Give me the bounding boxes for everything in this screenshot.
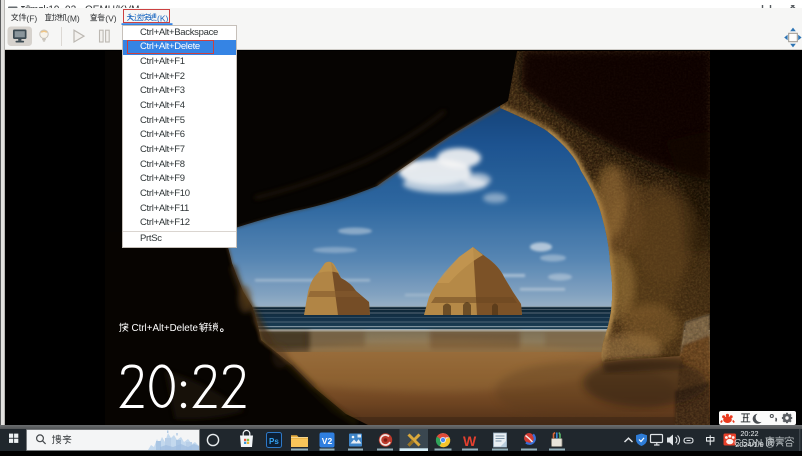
- svg-text:Ctrl+Alt+Delete: Ctrl+Alt+Delete: [132, 323, 199, 334]
- svg-text:Ps: Ps: [269, 437, 279, 446]
- svg-text:V2: V2: [322, 436, 333, 446]
- svg-text:(V): (V): [105, 13, 117, 23]
- svg-text:20:22: 20:22: [740, 429, 758, 438]
- svg-text:(M): (M): [67, 13, 80, 23]
- svg-text:(F): (F): [26, 13, 37, 23]
- svg-text:W: W: [463, 433, 477, 449]
